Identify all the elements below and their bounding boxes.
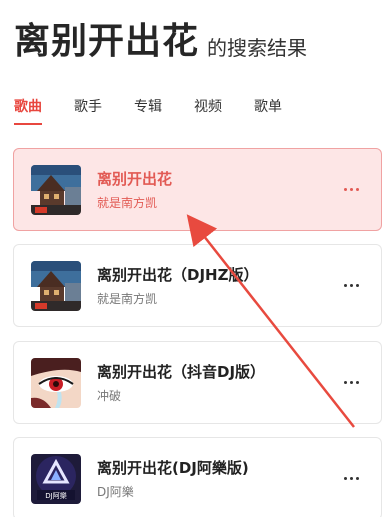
tab-albums[interactable]: 专辑 (134, 97, 162, 127)
song-title: 离别开出花（抖音DJ版） (97, 362, 266, 381)
song-title: 离别开出花 (97, 169, 173, 188)
more-options-icon[interactable] (335, 368, 367, 398)
song-item[interactable]: 离别开出花（抖音DJ版） 冲破 (13, 341, 382, 424)
song-artist: 冲破 (97, 388, 122, 403)
more-options-icon[interactable] (335, 464, 367, 494)
dj-logo-cover: DJ阿樂 (31, 453, 81, 504)
song-info: 离别开出花（DJHZ版） 就是南方凯 (97, 265, 335, 307)
search-query-title: 离别开出花 (14, 21, 200, 62)
more-options-icon[interactable] (335, 271, 367, 301)
song-info: 离别开出花（抖音DJ版） 冲破 (97, 362, 335, 404)
song-artist: 就是南方凯 (97, 291, 158, 306)
house-landscape-cover (31, 164, 81, 215)
tab-playlists[interactable]: 歌单 (254, 97, 282, 127)
song-artist: DJ阿樂 (97, 484, 134, 499)
tab-singers[interactable]: 歌手 (74, 97, 102, 127)
tab-songs[interactable]: 歌曲 (14, 97, 42, 127)
house-landscape-cover (31, 260, 81, 311)
tab-videos[interactable]: 视频 (194, 97, 222, 127)
search-result-suffix: 的搜索结果 (207, 36, 308, 60)
song-item[interactable]: 离别开出花 就是南方凯 (13, 148, 382, 231)
song-artist: 就是南方凯 (97, 195, 158, 210)
song-title: 离别开出花(DJ阿樂版) (97, 458, 249, 477)
anime-crying-eye-cover (31, 357, 81, 408)
cover-text: DJ阿樂 (45, 491, 66, 500)
song-item[interactable]: DJ阿樂 离别开出花(DJ阿樂版) DJ阿樂 (13, 437, 382, 517)
song-info: 离别开出花(DJ阿樂版) DJ阿樂 (97, 458, 335, 500)
song-info: 离别开出花 就是南方凯 (97, 169, 335, 211)
result-tabs: 歌曲 歌手 专辑 视频 歌单 (14, 97, 387, 127)
more-options-icon[interactable] (335, 175, 367, 205)
song-item[interactable]: 离别开出花（DJHZ版） 就是南方凯 (13, 244, 382, 327)
song-title: 离别开出花（DJHZ版） (97, 265, 259, 284)
search-result-header: 离别开出花 的搜索结果 (14, 16, 307, 64)
